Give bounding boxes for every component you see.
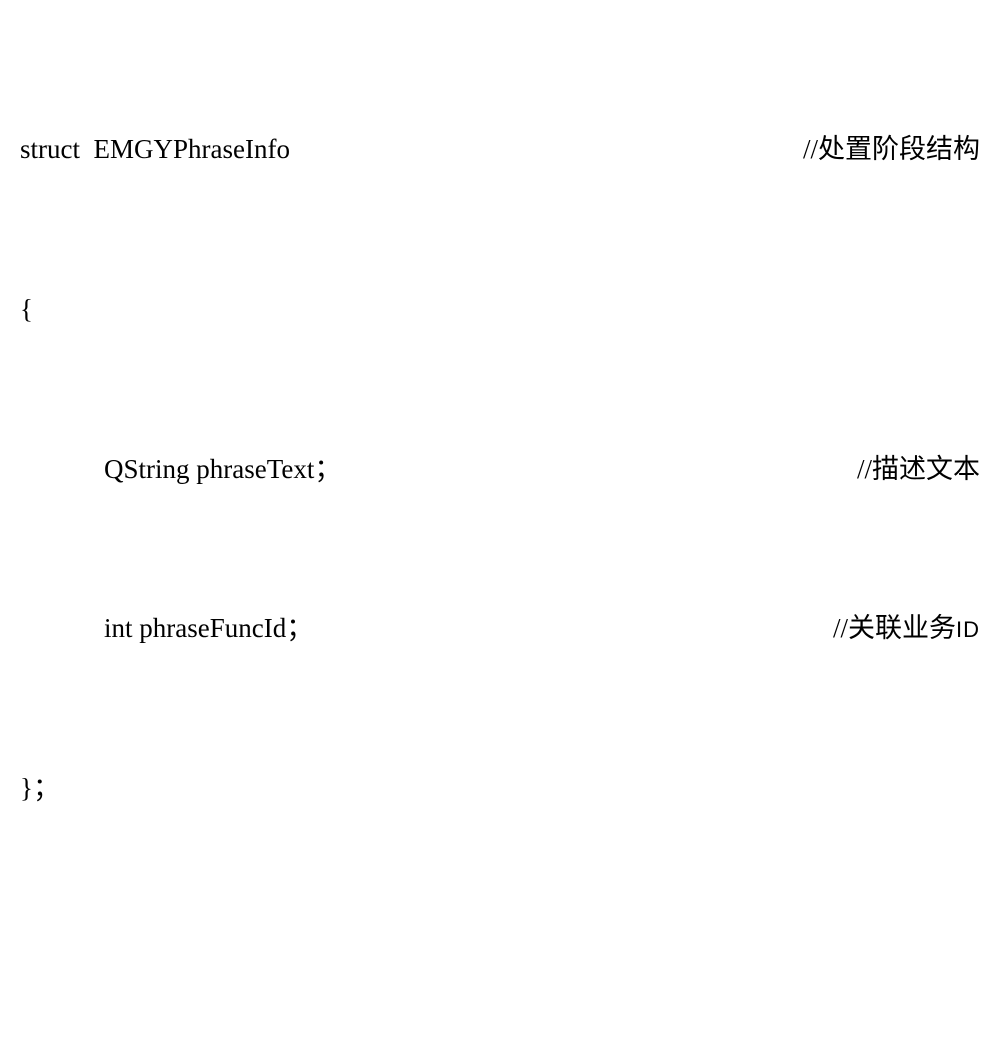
struct-name: EMGYPhraseInfo [94,134,290,164]
brace-open: { [20,290,980,330]
keyword-struct: struct [20,134,94,164]
comment: //描述文本 [857,450,980,490]
struct-declaration: struct EMGYPhraseInfo //处置阶段结构 [20,130,980,170]
field-line: int phraseFuncId； //关联业务ID [20,609,980,649]
field-line: QString phraseText； //描述文本 [20,450,980,490]
comment: //处置阶段结构 [803,130,980,170]
code-listing: struct EMGYPhraseInfo //处置阶段结构 { QString… [20,10,980,1062]
comment: //关联业务ID [833,609,980,649]
brace-close: }； [20,769,980,809]
field-code: int phraseFuncId； [20,609,313,649]
blank-line [20,929,980,969]
field-code: QString phraseText； [20,450,341,490]
